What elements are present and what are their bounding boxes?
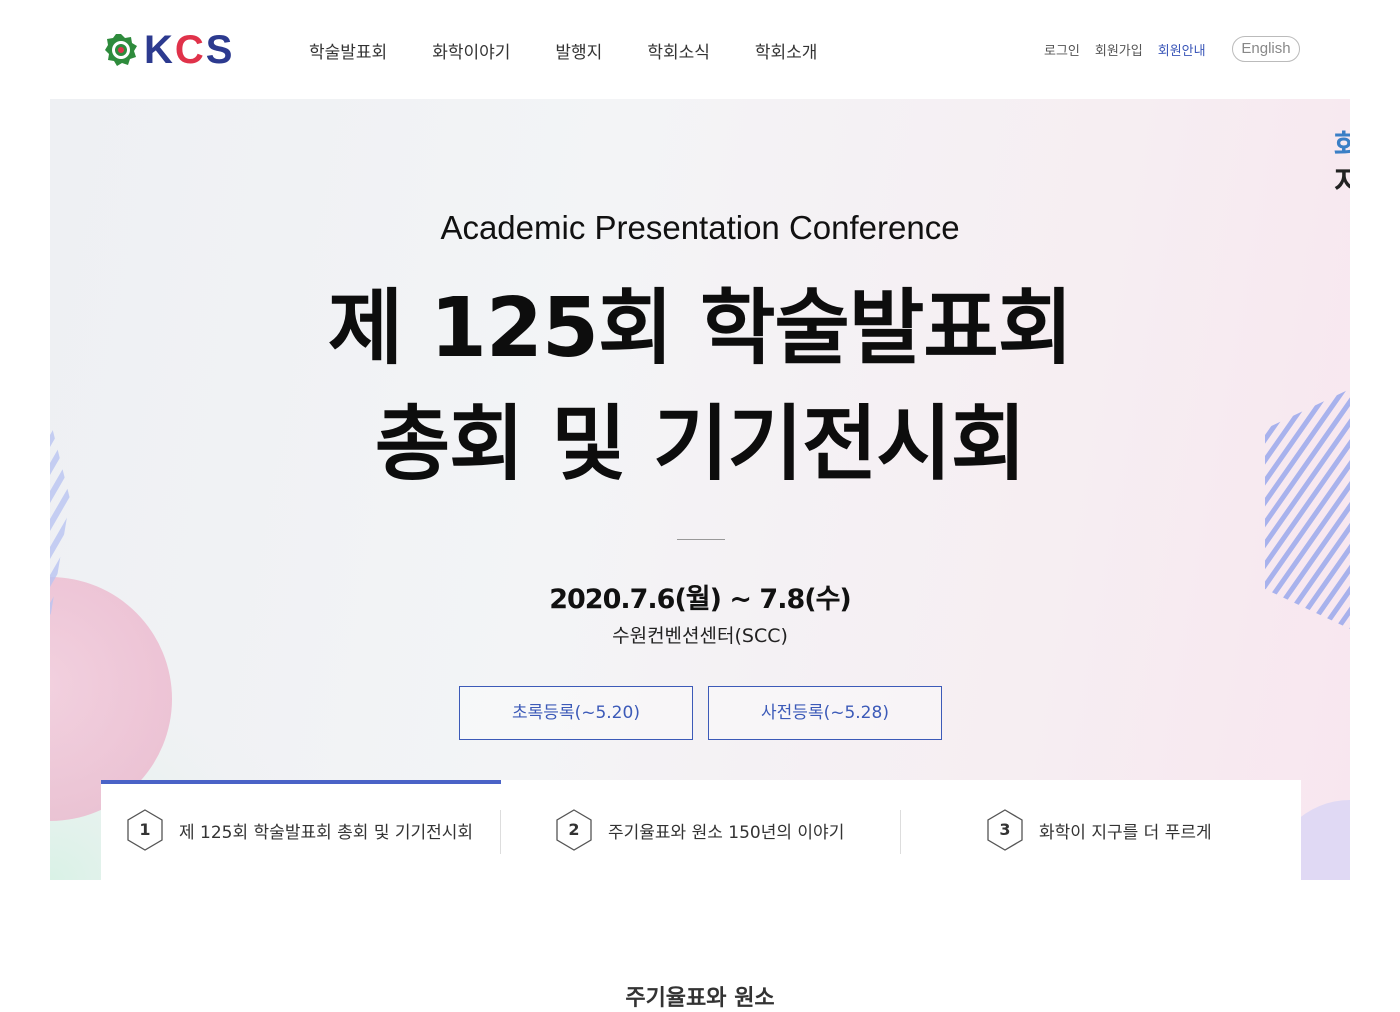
hero-title-line2: 총회 및 기기전시회 [374, 397, 1027, 492]
hexagon-number-icon: 2 [554, 808, 594, 852]
hero-title-line1: 제 125회 학술발표회 [327, 281, 1073, 376]
abstract-registration-button[interactable]: 초록등록(~5.20) [459, 686, 693, 740]
slide-tab-3[interactable]: 3 화학이 지구를 더 푸르게 [901, 780, 1301, 880]
english-button[interactable]: English [1232, 36, 1300, 62]
pre-registration-button[interactable]: 사전등록(~5.28) [708, 686, 942, 740]
logo-wordmark: KCS [144, 28, 235, 72]
event-venue: 수원컨벤션센터(SCC) [612, 625, 788, 647]
hero-subtitle: Academic Presentation Conference [440, 209, 960, 246]
slide-tab-label: 주기율표와 원소 150년의 이야기 [608, 822, 845, 843]
nav-item-publications[interactable]: 발행지 [555, 38, 602, 63]
nav-item-chem-story[interactable]: 화학이야기 [432, 38, 510, 63]
signup-link[interactable]: 회원가입 [1095, 40, 1143, 59]
slide-tab-label: 화학이 지구를 더 푸르게 [1039, 822, 1212, 843]
nav-item-conference[interactable]: 학술발표회 [309, 38, 387, 63]
hexagon-number-icon: 1 [125, 808, 165, 852]
member-info-link[interactable]: 회원안내 [1158, 40, 1206, 59]
hexagon-number-icon: 3 [985, 808, 1025, 852]
slide-tab-2[interactable]: 2 주기율표와 원소 150년의 이야기 [501, 780, 901, 880]
event-date: 2020.7.6(월) ~ 7.8(수) [549, 584, 852, 615]
hero-banner: 화 지 Academic Presentation Conference 제 1… [50, 99, 1350, 880]
slide-tab-1[interactable]: 1 제 125회 학술발표회 총회 및 기기전시회 [101, 780, 501, 880]
section-title: 주기율표와 원소 [625, 986, 775, 1011]
slide-tab-label: 제 125회 학술발표회 총회 및 기기전시회 [179, 822, 474, 843]
main-nav: 학술발표회 화학이야기 발행지 학회소식 학회소개 [309, 38, 862, 63]
kcs-emblem-icon [105, 34, 137, 66]
hero-title: 제 125회 학술발표회 총회 및 기기전시회 [50, 271, 1350, 503]
utility-links: 로그인 회원가입 회원안내 [1044, 40, 1221, 59]
login-link[interactable]: 로그인 [1044, 40, 1080, 59]
side-slide-peek: 화 지 [1334, 129, 1350, 200]
hero-divider [677, 539, 725, 540]
nav-item-about[interactable]: 학회소개 [755, 38, 818, 63]
slide-tabs: 1 제 125회 학술발표회 총회 및 기기전시회 2 주기율표와 원소 150… [101, 780, 1301, 880]
kcs-logo[interactable]: KCS [104, 30, 234, 70]
site-header: KCS 학술발표회 화학이야기 발행지 학회소식 학회소개 로그인 회원가입 회… [0, 0, 1400, 99]
nav-item-news[interactable]: 학회소식 [647, 38, 710, 63]
